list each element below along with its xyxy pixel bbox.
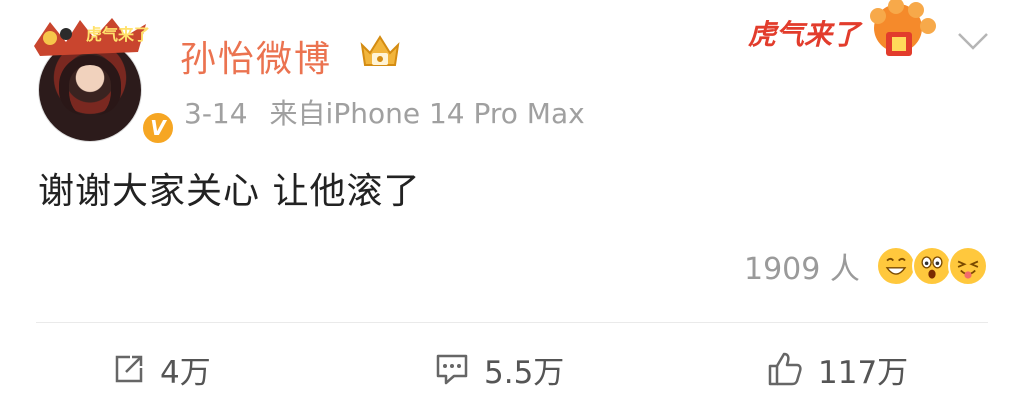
share-icon xyxy=(115,355,143,383)
repost-count: 4万 xyxy=(160,354,211,391)
post-timestamp: 3-14 xyxy=(184,97,248,130)
comment-icon xyxy=(436,354,468,385)
repost-button[interactable]: 4万 xyxy=(112,340,211,398)
svg-text:虎气来了: 虎气来了 xyxy=(86,25,150,44)
reaction-summary[interactable]: 1909 人 xyxy=(744,244,988,288)
reaction-emoji-stack xyxy=(875,244,988,288)
tiger-frame-icon: 虎气来了 xyxy=(34,18,150,56)
like-icon xyxy=(768,352,802,386)
post-action-bar: 4万 5.5万 117万 xyxy=(0,340,1024,398)
post-source: 来自iPhone 14 Pro Max xyxy=(269,97,585,130)
divider xyxy=(36,322,988,323)
post-meta: 3-14 来自iPhone 14 Pro Max xyxy=(184,92,585,132)
reaction-count: 1909 人 xyxy=(744,252,860,287)
vip-crown-icon[interactable] xyxy=(358,31,402,71)
avatar-with-frame[interactable]: 虎气来了 V xyxy=(30,12,176,146)
like-button[interactable]: 117万 xyxy=(766,340,908,398)
shocked-emoji-icon xyxy=(911,246,952,286)
comment-button[interactable]: 5.5万 xyxy=(434,340,564,398)
verified-badge: V xyxy=(140,110,176,146)
tongue-out-emoji-icon xyxy=(947,246,988,286)
tiger-card-decoration-icon[interactable]: 虎气来了 xyxy=(746,0,942,66)
svg-text:虎气来了: 虎气来了 xyxy=(748,18,863,51)
username[interactable]: 孙怡微博 xyxy=(180,30,332,82)
like-count: 117万 xyxy=(818,354,909,391)
chevron-down-icon[interactable] xyxy=(956,30,990,52)
post-content: 谢谢大家关心 让他滚了 xyxy=(38,171,421,212)
laughing-emoji-icon xyxy=(875,246,916,286)
comment-count: 5.5万 xyxy=(484,354,565,391)
